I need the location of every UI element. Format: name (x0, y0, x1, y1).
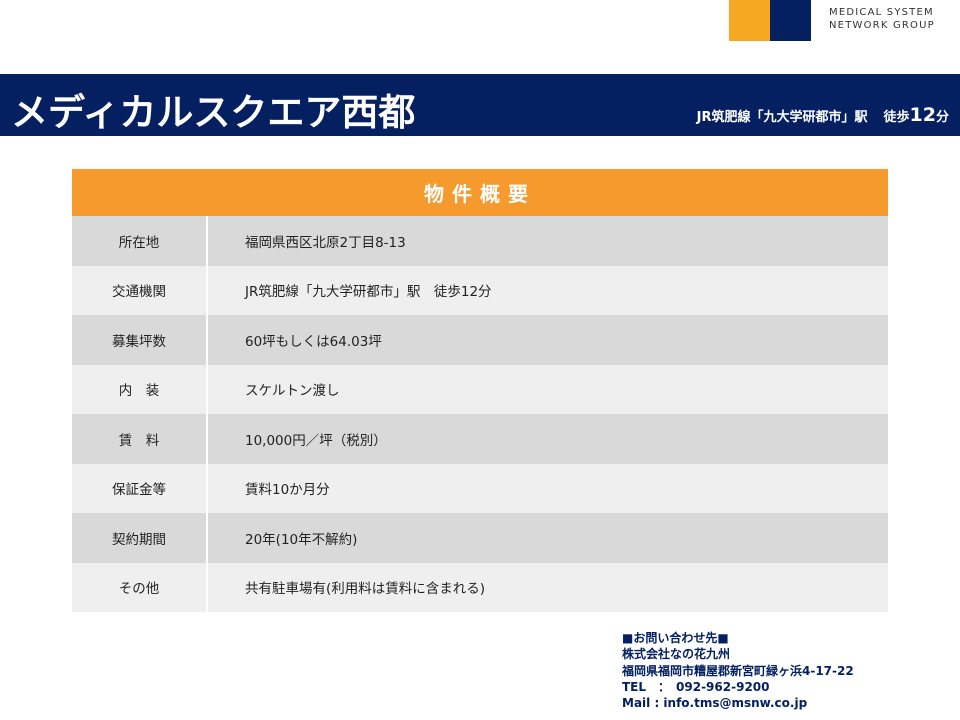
access-info: JR筑肥線「九大学研都市」駅 徒歩12分 (697, 104, 949, 126)
contact-company: 株式会社なの花九州 (622, 647, 731, 662)
contact-mail: Mail : info.tms@msnw.co.jp (622, 696, 808, 711)
table-row: 保証金等 賃料10か月分 (72, 463, 888, 513)
contact-address: 福岡県福岡市糟屋郡新宮町緑ヶ浜4-17-22 (622, 663, 854, 678)
property-summary-table: 物件概要 所在地 福岡県西区北原2丁目8-13 交通機関 JR筑肥線「九大学研都… (72, 169, 888, 612)
row-value: 福岡県西区北原2丁目8-13 (245, 234, 406, 251)
walk-unit: 分 (935, 110, 949, 125)
table-row: 契約期間 20年(10年不解約) (72, 513, 888, 563)
row-label: 内 装 (72, 364, 208, 414)
property-title: メディカルスクエア西都 (11, 91, 416, 134)
row-value: 20年(10年不解約) (245, 531, 358, 548)
contact-tel: TEL ： 092-962-9200 (622, 679, 770, 694)
row-value: スケルトン渡し (245, 383, 340, 400)
table-row: 内 装 スケルトン渡し (72, 364, 888, 414)
title-bar: メディカルスクエア西都 JR筑肥線「九大学研都市」駅 徒歩12分 (0, 74, 960, 136)
row-label: 所在地 (72, 216, 208, 266)
row-value: JR筑肥線「九大学研都市」駅 徒歩12分 (245, 284, 492, 301)
logo-orange-block (729, 0, 770, 41)
station-name: JR筑肥線「九大学研都市」駅 (696, 110, 868, 125)
row-label: その他 (72, 562, 208, 612)
row-label: 賃 料 (72, 414, 208, 464)
logo-line-2: NETWORK GROUP (829, 20, 935, 31)
row-label: 契約期間 (72, 513, 208, 563)
row-value: 60坪もしくは64.03坪 (245, 333, 382, 350)
row-label: 交通機関 (72, 265, 208, 315)
walk-label: 徒歩 (883, 110, 910, 125)
table-row: 交通機関 JR筑肥線「九大学研都市」駅 徒歩12分 (72, 265, 888, 315)
contact-heading: ■お問い合わせ先■ (622, 631, 729, 645)
company-logo-text: MEDICAL SYSTEM NETWORK GROUP (829, 6, 935, 32)
row-value: 賃料10か月分 (245, 482, 330, 499)
row-value: 共有駐車場有(利用料は賃料に含まれる) (245, 581, 486, 598)
table-row: 所在地 福岡県西区北原2丁目8-13 (72, 216, 888, 266)
row-value: 10,000円／坪（税別） (245, 432, 387, 449)
row-label: 保証金等 (72, 463, 208, 513)
table-heading: 物件概要 (72, 169, 888, 216)
table-row: その他 共有駐車場有(利用料は賃料に含まれる) (72, 562, 888, 612)
logo-navy-block (770, 0, 811, 41)
walk-minutes: 12 (909, 104, 936, 126)
logo-line-1: MEDICAL SYSTEM (829, 7, 934, 18)
contact-info: ■お問い合わせ先■ 株式会社なの花九州 福岡県福岡市糟屋郡新宮町緑ヶ浜4-17-… (622, 630, 854, 711)
row-label: 募集坪数 (72, 315, 208, 365)
table-row: 募集坪数 60坪もしくは64.03坪 (72, 315, 888, 365)
table-row: 賃 料 10,000円／坪（税別） (72, 414, 888, 464)
